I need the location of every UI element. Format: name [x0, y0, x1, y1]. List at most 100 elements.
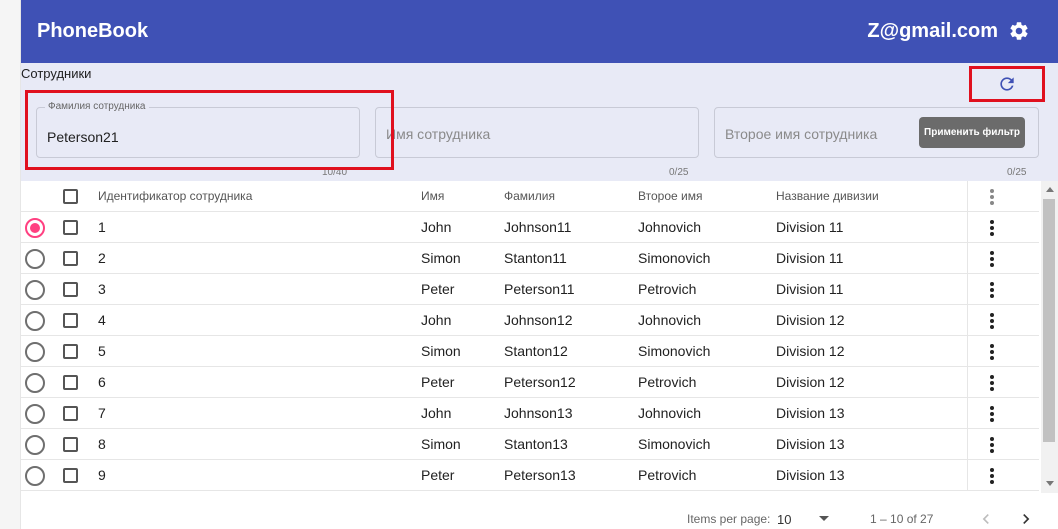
table-row[interactable]: 8 Simon Stanton13 Simonovich Division 13 [21, 429, 1039, 460]
row-checkbox[interactable] [63, 251, 78, 266]
row-checkbox[interactable] [63, 344, 78, 359]
cell-middle-name: Johnovich [638, 219, 702, 235]
cell-division: Division 13 [776, 405, 845, 421]
table-row[interactable]: 1 John Johnson11 Johnovich Division 11 [21, 212, 1039, 243]
cell-id: 5 [98, 343, 106, 359]
row-radio[interactable] [25, 311, 45, 331]
cell-first-name: John [421, 312, 452, 328]
refresh-button[interactable] [969, 66, 1045, 102]
column-divider [967, 181, 968, 212]
row-radio[interactable] [25, 218, 45, 238]
row-checkbox[interactable] [63, 220, 78, 235]
row-radio[interactable] [25, 435, 45, 455]
cell-division: Division 12 [776, 343, 845, 359]
user-email[interactable]: Z@gmail.com [867, 20, 998, 43]
middle-name-placeholder: Второе имя сотрудника [725, 126, 878, 142]
table-row[interactable]: 9 Peter Peterson13 Petrovich Division 13 [21, 460, 1039, 491]
cell-last-name: Peterson12 [504, 374, 576, 390]
cell-middle-name: Petrovich [638, 467, 697, 483]
column-divider [967, 367, 968, 398]
cell-division: Division 12 [776, 312, 845, 328]
row-checkbox[interactable] [63, 375, 78, 390]
row-checkbox[interactable] [63, 406, 78, 421]
column-header-division[interactable]: Название дивизии [776, 181, 879, 212]
row-checkbox[interactable] [63, 437, 78, 452]
scroll-down-icon[interactable] [1046, 481, 1054, 486]
refresh-icon [1000, 77, 1014, 91]
column-header-middle-name[interactable]: Второе имя [638, 181, 702, 212]
first-name-counter: 0/25 [669, 167, 689, 178]
filter-panel: Сотрудники Фамилия сотрудника Peterson21… [21, 63, 1058, 181]
row-menu-icon[interactable] [987, 405, 997, 423]
cell-last-name: Peterson11 [504, 281, 575, 297]
table-row[interactable]: 2 Simon Stanton11 Simonovich Division 11 [21, 243, 1039, 274]
phonebook-app: PhoneBook Z@gmail.com Сотрудники Фамилия… [21, 0, 1058, 529]
column-divider [967, 243, 968, 274]
page-size-select[interactable]: 10 [777, 512, 791, 527]
select-all-checkbox[interactable] [63, 189, 78, 204]
left-window-strip [0, 0, 21, 529]
cell-middle-name: Johnovich [638, 405, 702, 421]
cell-first-name: John [421, 219, 452, 235]
cell-first-name: Simon [421, 436, 461, 452]
cell-last-name: Stanton13 [504, 436, 568, 452]
column-divider [967, 274, 968, 305]
chevron-down-icon[interactable] [819, 516, 829, 521]
column-menu-icon[interactable] [987, 188, 997, 206]
column-divider [967, 460, 968, 491]
row-menu-icon[interactable] [987, 343, 997, 361]
row-radio[interactable] [25, 280, 45, 300]
cell-middle-name: Simonovich [638, 436, 711, 452]
column-divider [967, 336, 968, 367]
apply-filter-button[interactable]: Применить фильтр [919, 117, 1025, 148]
column-divider [967, 398, 968, 429]
cell-division: Division 11 [776, 250, 844, 266]
row-radio[interactable] [25, 373, 45, 393]
cell-first-name: John [421, 405, 452, 421]
cell-division: Division 13 [776, 436, 845, 452]
first-name-field[interactable]: Имя сотрудника [375, 107, 699, 158]
cell-first-name: Simon [421, 250, 461, 266]
highlight-box [25, 90, 394, 170]
row-menu-icon[interactable] [987, 436, 997, 454]
scroll-thumb[interactable] [1043, 199, 1055, 442]
row-checkbox[interactable] [63, 282, 78, 297]
column-header-last-name[interactable]: Фамилия [504, 181, 555, 212]
cell-last-name: Peterson13 [504, 467, 576, 483]
cell-middle-name: Simonovich [638, 250, 711, 266]
row-radio[interactable] [25, 404, 45, 424]
cell-first-name: Peter [421, 281, 455, 297]
row-menu-icon[interactable] [987, 312, 997, 330]
row-menu-icon[interactable] [987, 467, 997, 485]
row-radio[interactable] [25, 249, 45, 269]
row-checkbox[interactable] [63, 313, 78, 328]
row-radio[interactable] [25, 342, 45, 362]
table-row[interactable]: 6 Peter Peterson12 Petrovich Division 12 [21, 367, 1039, 398]
table-row[interactable]: 4 John Johnson12 Johnovich Division 12 [21, 305, 1039, 336]
column-header-id[interactable]: Идентификатор сотрудника [98, 181, 252, 212]
row-menu-icon[interactable] [987, 281, 997, 299]
next-page-icon[interactable] [1016, 509, 1036, 529]
cell-first-name: Simon [421, 343, 461, 359]
scroll-up-icon[interactable] [1046, 187, 1054, 192]
cell-first-name: Peter [421, 374, 455, 390]
row-radio[interactable] [25, 466, 45, 486]
cell-division: Division 11 [776, 281, 844, 297]
scrollbar[interactable] [1041, 181, 1058, 493]
row-menu-icon[interactable] [987, 374, 997, 392]
cell-middle-name: Johnovich [638, 312, 702, 328]
previous-page-icon[interactable] [976, 509, 996, 529]
table-row[interactable]: 3 Peter Peterson11 Petrovich Division 11 [21, 274, 1039, 305]
cell-id: 7 [98, 405, 106, 421]
gear-icon[interactable] [1008, 20, 1030, 42]
cell-last-name: Johnson11 [504, 219, 572, 235]
row-menu-icon[interactable] [987, 250, 997, 268]
middle-name-counter: 0/25 [1007, 167, 1027, 178]
cell-id: 9 [98, 467, 106, 483]
row-checkbox[interactable] [63, 468, 78, 483]
table-row[interactable]: 5 Simon Stanton12 Simonovich Division 12 [21, 336, 1039, 367]
table-row[interactable]: 7 John Johnson13 Johnovich Division 13 [21, 398, 1039, 429]
column-header-first-name[interactable]: Имя [421, 181, 444, 212]
page-range: 1 – 10 of 27 [870, 512, 934, 526]
row-menu-icon[interactable] [987, 219, 997, 237]
